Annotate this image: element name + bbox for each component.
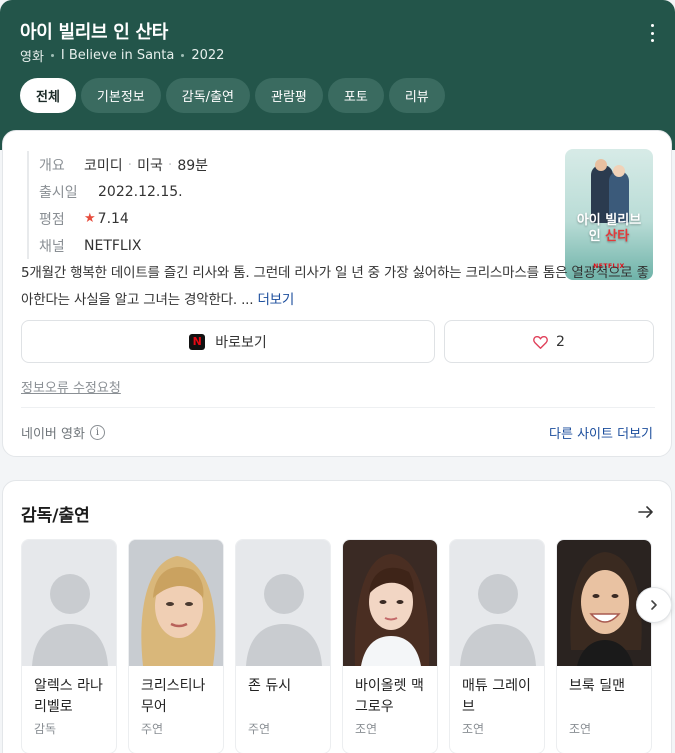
separator-dot — [181, 54, 185, 57]
tab-bar: 전체 기본정보 감독/출연 관람평 포토 리뷰 — [20, 78, 445, 113]
tab-reviews[interactable]: 리뷰 — [388, 78, 445, 113]
tab-basic-info[interactable]: 기본정보 — [80, 78, 161, 113]
info-row-summary: 개요 코미디 · 미국 · 89분 — [39, 151, 208, 178]
avatar — [129, 540, 223, 666]
avatar-placeholder-icon — [22, 540, 116, 666]
cast-name: 크리스티나 무어 — [141, 678, 206, 715]
poster-figure — [613, 165, 625, 177]
cast-name: 매튜 그레이브 — [462, 678, 531, 715]
info-genre: 코미디 — [84, 157, 123, 174]
movie-header: 아이 빌리브 인 산타 영화 I Believe in Santa 2022 전… — [0, 0, 675, 150]
cast-item[interactable]: 크리스티나 무어 주연 — [128, 539, 224, 753]
heart-outline-icon — [533, 335, 548, 349]
info-label: 채널 — [39, 238, 65, 255]
movie-original-title: I Believe in Santa — [60, 48, 175, 63]
movie-year: 2022 — [191, 48, 225, 63]
info-label: 출시일 — [39, 184, 78, 201]
cast-role: 감독 — [34, 722, 57, 736]
description-text: 5개월간 행복한 데이트를 즐긴 리사와 톰. 그런데 리사가 일 년 중 가장… — [21, 265, 649, 308]
source-label: 네이버 영화 i — [21, 423, 105, 442]
info-row-release: 출시일 2022.12.15. — [39, 178, 208, 205]
arrow-right-icon[interactable] — [637, 503, 655, 521]
poster-figure — [595, 159, 607, 171]
channel-link[interactable]: NETFLIX — [84, 238, 141, 254]
cast-name: 바이올렛 맥그로우 — [355, 678, 424, 715]
poster-title-line1: 아이 빌리브 — [576, 213, 642, 228]
avatar-placeholder-icon — [450, 540, 544, 666]
tab-photos[interactable]: 포토 — [327, 78, 384, 113]
separator-dot: · — [167, 156, 173, 173]
watch-now-button[interactable]: N 바로보기 — [21, 320, 435, 363]
info-row-channel: 채널 NETFLIX — [39, 232, 208, 259]
movie-subtitle: 영화 I Believe in Santa 2022 — [20, 46, 224, 65]
poster-title: 아이 빌리브 인 산타 — [565, 213, 653, 245]
like-button[interactable]: 2 — [444, 320, 654, 363]
info-rating: 7.14 — [97, 210, 129, 227]
carousel-next-button[interactable] — [636, 587, 672, 623]
info-row-rating: 평점 ★ 7.14 — [39, 205, 208, 232]
info-list: 개요 코미디 · 미국 · 89분 출시일 2022.12.15. 평점 ★ 7… — [27, 151, 208, 259]
cast-item[interactable]: 바이올렛 맥그로우 조연 — [342, 539, 438, 753]
poster-title-line2b: 산타 — [605, 229, 630, 244]
info-release-date: 2022.12.15. — [98, 183, 183, 200]
source-name: 네이버 영화 — [21, 427, 85, 442]
cast-name: 존 듀시 — [248, 678, 292, 694]
movie-type: 영화 — [20, 50, 44, 65]
cast-card: 감독/출연 알렉스 라나리벨로 감독 크리스티나 무어 주연 존 듀시 주연 바… — [2, 480, 672, 753]
more-sites-link[interactable]: 다른 사이트 더보기 — [549, 423, 653, 442]
separator-dot — [50, 54, 54, 57]
info-runtime: 89분 — [177, 157, 209, 174]
cast-name: 브룩 딜맨 — [569, 678, 625, 694]
cast-role: 조연 — [355, 722, 378, 736]
cast-item[interactable]: 매튜 그레이브 조연 — [449, 539, 545, 753]
movie-description: 5개월간 행복한 데이트를 즐긴 리사와 톰. 그런데 리사가 일 년 중 가장… — [21, 260, 657, 314]
chevron-right-icon — [651, 600, 657, 610]
cast-item[interactable]: 존 듀시 주연 — [235, 539, 331, 753]
divider — [21, 407, 655, 408]
netflix-icon: N — [189, 333, 206, 350]
info-label: 개요 — [39, 157, 65, 174]
more-options-icon[interactable] — [649, 24, 655, 42]
cast-role: 조연 — [569, 722, 592, 736]
star-icon: ★ — [84, 211, 96, 226]
info-country: 미국 — [137, 157, 163, 174]
section-title: 감독/출연 — [21, 506, 90, 526]
cast-item[interactable]: 알렉스 라나리벨로 감독 — [21, 539, 117, 753]
poster-title-line2a: 인 — [588, 229, 606, 244]
report-error-link[interactable]: 정보오류 수정요청 — [21, 377, 121, 396]
separator-dot: · — [127, 156, 133, 173]
description-more-link[interactable]: 더보기 — [257, 292, 294, 308]
cast-name: 알렉스 라나리벨로 — [34, 678, 103, 715]
tab-reviews-short[interactable]: 관람평 — [255, 78, 323, 113]
info-label: 평점 — [39, 211, 65, 228]
cast-role: 주연 — [248, 722, 271, 736]
avatar — [343, 540, 437, 666]
cast-item[interactable]: 브룩 딜맨 조연 — [556, 539, 652, 753]
tab-cast[interactable]: 감독/출연 — [165, 78, 250, 113]
cast-role: 주연 — [141, 722, 164, 736]
avatar-placeholder-icon — [236, 540, 330, 666]
tab-all[interactable]: 전체 — [20, 78, 76, 113]
like-count: 2 — [556, 333, 565, 350]
info-icon[interactable]: i — [89, 425, 105, 440]
movie-info-card: 개요 코미디 · 미국 · 89분 출시일 2022.12.15. 평점 ★ 7… — [2, 130, 672, 457]
watch-now-label: 바로보기 — [215, 334, 267, 351]
cast-role: 조연 — [462, 722, 485, 736]
movie-title: 아이 빌리브 인 산타 — [20, 22, 168, 43]
